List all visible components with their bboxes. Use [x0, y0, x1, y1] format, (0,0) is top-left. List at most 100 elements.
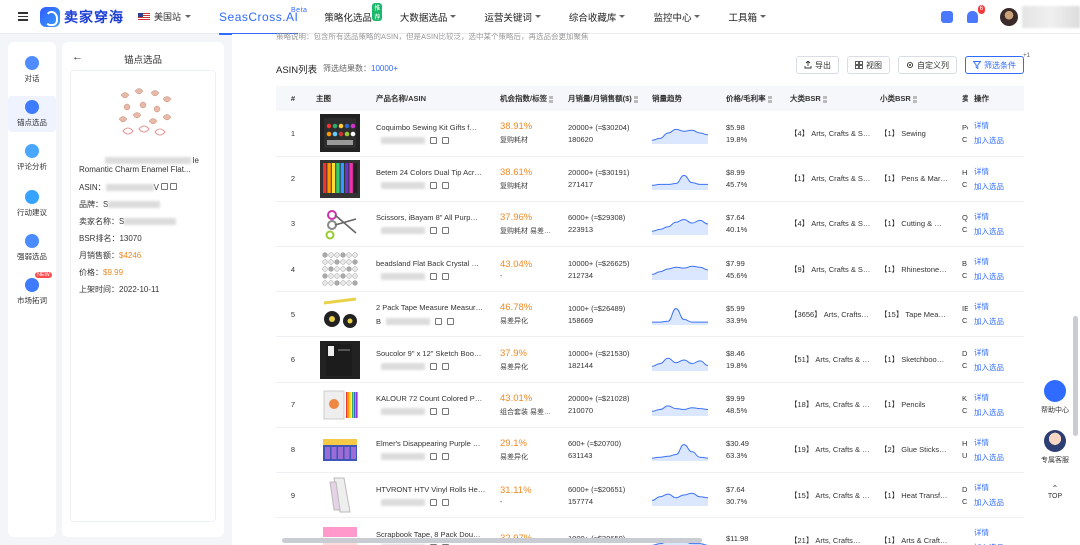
copy-icon[interactable]	[435, 317, 443, 325]
add-to-selection-link[interactable]: 加入选品	[974, 497, 1024, 508]
open-link-icon[interactable]	[442, 182, 449, 190]
product-name-link[interactable]: Scissors, iBayam 8" All Purp…	[376, 213, 494, 222]
export-button[interactable]: 导出	[796, 56, 839, 74]
column-header[interactable]: 销量趋势	[646, 86, 720, 111]
table-row[interactable]: 6 Soucolor 9" x 12" Sketch Boo… 37.9% 易差…	[276, 336, 1024, 383]
product-name-link[interactable]: beadsland Flat Back Crystal …	[376, 259, 494, 268]
open-link-icon[interactable]	[442, 408, 449, 416]
horizontal-scrollbar[interactable]	[282, 538, 702, 543]
open-link-icon[interactable]	[442, 227, 449, 235]
copy-icon[interactable]	[161, 183, 169, 190]
copy-icon[interactable]	[430, 182, 437, 190]
product-thumbnail[interactable]	[320, 340, 360, 379]
open-link-icon[interactable]	[442, 453, 449, 461]
copy-icon[interactable]	[430, 227, 437, 235]
open-link-icon[interactable]	[170, 183, 178, 190]
product-thumbnail[interactable]	[320, 295, 360, 334]
add-to-selection-link[interactable]: 加入选品	[974, 226, 1024, 237]
product-thumbnail[interactable]	[320, 476, 360, 515]
column-header[interactable]: 主图	[310, 86, 370, 111]
menu-icon[interactable]	[18, 12, 28, 21]
logo[interactable]: 卖家穿海	[40, 6, 124, 27]
product-name-link[interactable]: Elmer's Disappearing Purple …	[376, 439, 494, 448]
product-name-link[interactable]: Coquimbo Sewing Kit Gifts f…	[376, 123, 494, 132]
column-header[interactable]: 月销量/月销售额($)	[562, 86, 646, 111]
copy-icon[interactable]	[430, 272, 437, 280]
table-row[interactable]: 2 Betem 24 Colors Dual Tip Acr… 38.61% 复…	[276, 156, 1024, 202]
custom-columns-button[interactable]: 自定义列	[898, 56, 957, 74]
product-thumbnail[interactable]	[320, 114, 360, 153]
copy-icon[interactable]	[430, 408, 437, 416]
nav-item-2[interactable]: 运营关键词	[484, 10, 541, 24]
table-row[interactable]: 1 Coquimbo Sewing Kit Gifts f… 38.91% 复购…	[276, 111, 1024, 157]
clipboard-icon[interactable]	[941, 11, 953, 23]
rail-item-2[interactable]: 评论分析	[8, 144, 56, 172]
nav-item-1[interactable]: 大数据选品	[400, 10, 457, 24]
sort-icon[interactable]	[912, 95, 917, 103]
copy-icon[interactable]	[430, 453, 437, 461]
column-header[interactable]: 产品名称/ASIN	[370, 86, 494, 111]
product-thumbnail[interactable]	[320, 204, 360, 243]
rail-item-4[interactable]: 强弱选品	[8, 234, 56, 262]
sort-icon[interactable]	[822, 95, 827, 103]
table-row[interactable]: 7 KALOUR 72 Count Colored P… 43.01% 组合套装…	[276, 382, 1024, 428]
table-row[interactable]: 8 Elmer's Disappearing Purple … 29.1% 易差…	[276, 427, 1024, 474]
copy-icon[interactable]	[430, 363, 437, 371]
table-row[interactable]: 4 beadsland Flat Back Crystal … 43.04% -…	[276, 246, 1024, 293]
detail-link[interactable]: 详情	[974, 482, 1024, 493]
add-to-selection-link[interactable]: 加入选品	[974, 135, 1024, 146]
detail-link[interactable]: 详情	[974, 166, 1024, 177]
add-to-selection-link[interactable]: 加入选品	[974, 452, 1024, 463]
vertical-scrollbar[interactable]	[1073, 316, 1078, 436]
column-header[interactable]: 大类BSR	[784, 86, 874, 111]
table-row[interactable]: 5 2 Pack Tape Measure Measur… B 46.78% 易…	[276, 291, 1024, 338]
detail-link[interactable]: 详情	[974, 301, 1024, 312]
brand-link[interactable]: SeasCross.AI Beta	[219, 7, 307, 35]
product-thumbnail[interactable]	[320, 159, 360, 198]
column-header[interactable]: 价格/毛利率	[720, 86, 784, 111]
copy-icon[interactable]	[430, 498, 437, 506]
sort-icon[interactable]	[549, 95, 554, 103]
help-center-button[interactable]: 帮助中心	[1034, 380, 1076, 415]
rail-item-3[interactable]: 行动建议	[8, 190, 56, 218]
detail-link[interactable]: 详情	[974, 256, 1024, 267]
open-link-icon[interactable]	[442, 363, 449, 371]
copy-icon[interactable]	[430, 136, 437, 144]
sort-icon[interactable]	[767, 95, 772, 103]
add-to-selection-link[interactable]: 加入选品	[974, 407, 1024, 418]
column-header[interactable]: 操作	[968, 86, 1024, 111]
column-header[interactable]: 机会指数/标签	[494, 86, 562, 111]
product-thumbnail[interactable]	[320, 385, 360, 424]
rail-item-5[interactable]: 市场拓词 NEW	[8, 272, 56, 306]
open-link-icon[interactable]	[442, 272, 449, 280]
table-row[interactable]: 3 Scissors, iBayam 8" All Purp… 37.96% 复…	[276, 201, 1024, 248]
product-name-link[interactable]: Betem 24 Colors Dual Tip Acr…	[376, 168, 494, 177]
detail-link[interactable]: 详情	[974, 211, 1024, 222]
nav-item-0[interactable]: 策略化选品 推荐	[324, 2, 383, 24]
bell-icon[interactable]: 6	[967, 5, 985, 23]
product-name-link[interactable]: HTVRONT HTV Vinyl Rolls He…	[376, 485, 494, 494]
rail-item-1[interactable]: 锚点选品	[8, 96, 56, 132]
detail-link[interactable]: 详情	[974, 527, 1024, 538]
region-selector[interactable]: 美国站	[138, 10, 192, 23]
detail-link[interactable]: 详情	[974, 437, 1024, 448]
sort-icon[interactable]	[633, 95, 638, 103]
nav-item-4[interactable]: 监控中心	[653, 10, 701, 24]
back-to-top-button[interactable]: ⌃ TOP	[1034, 484, 1076, 500]
open-link-icon[interactable]	[442, 498, 449, 506]
add-to-selection-link[interactable]: 加入选品	[974, 362, 1024, 373]
detail-link[interactable]: 详情	[974, 120, 1024, 131]
product-thumbnail[interactable]	[320, 250, 360, 289]
nav-item-5[interactable]: 工具箱	[728, 10, 766, 24]
product-thumbnail[interactable]	[320, 430, 360, 469]
product-name-link[interactable]: Soucolor 9" x 12" Sketch Boo…	[376, 349, 494, 358]
table-row[interactable]: 9 HTVRONT HTV Vinyl Rolls He… 31.11% - 6…	[276, 472, 1024, 519]
column-header[interactable]: 卖	[956, 86, 968, 111]
detail-link[interactable]: 详情	[974, 392, 1024, 403]
open-link-icon[interactable]	[442, 136, 449, 144]
column-header[interactable]: 小类BSR	[874, 86, 956, 111]
add-to-selection-link[interactable]: 加入选品	[974, 316, 1024, 327]
open-link-icon[interactable]	[447, 317, 455, 325]
filter-button[interactable]: 筛选条件	[965, 56, 1024, 74]
add-to-selection-link[interactable]: 加入选品	[974, 181, 1024, 192]
